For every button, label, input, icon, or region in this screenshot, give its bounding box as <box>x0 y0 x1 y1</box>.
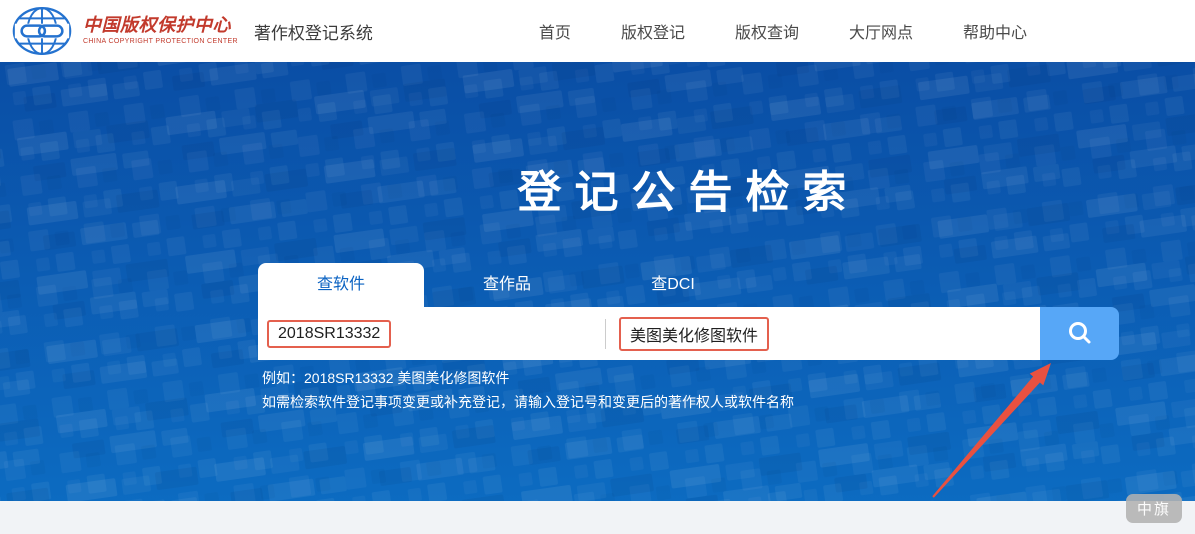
logo-text: 中国版权保护中心 CHINA COPYRIGHT PROTECTION CENT… <box>83 15 238 46</box>
hero-section: 登记公告检索 查软件 查作品 查DCI 2018SR13332 美图美化修图软件 <box>0 62 1195 502</box>
copyright-center-globe-icon <box>10 3 74 59</box>
search-magnifier-icon <box>1066 320 1093 347</box>
search-hints: 例如：2018SR13332 美图美化修图软件 如需检索软件登记事项变更或补充登… <box>262 369 794 417</box>
registration-number-highlight-box: 2018SR13332 <box>267 319 392 348</box>
work-name-highlight-box: 美图美化修图软件 <box>619 316 770 351</box>
nav-item-copyright-registration[interactable]: 版权登记 <box>621 19 685 43</box>
registration-number-input[interactable]: 2018SR13332 <box>258 319 605 348</box>
footer-strip <box>0 501 1195 534</box>
main-nav: 首页 版权登记 版权查询 大厅网点 帮助中心 <box>539 19 1027 43</box>
tab-works[interactable]: 查作品 <box>424 263 590 307</box>
logo-name-en: CHINA COPYRIGHT PROTECTION CENTER <box>83 38 238 45</box>
watermark-badge: 中旗 <box>1126 494 1182 523</box>
top-header: 中国版权保护中心 CHINA COPYRIGHT PROTECTION CENT… <box>0 0 1195 62</box>
nav-item-copyright-query[interactable]: 版权查询 <box>735 19 799 43</box>
logo-name-cn: 中国版权保护中心 <box>83 15 231 36</box>
hint-example: 例如：2018SR13332 美图美化修图软件 <box>262 370 510 386</box>
nav-item-help-center[interactable]: 帮助中心 <box>963 19 1027 43</box>
system-title: 著作权登记系统 <box>253 23 373 43</box>
page: 中国版权保护中心 CHINA COPYRIGHT PROTECTION CENT… <box>0 0 1195 534</box>
hero-content: 登记公告检索 查软件 查作品 查DCI 2018SR13332 美图美化修图软件 <box>258 62 1119 502</box>
search-row: 2018SR13332 美图美化修图软件 <box>258 307 1119 360</box>
tab-dci[interactable]: 查DCI <box>590 263 756 307</box>
tab-software[interactable]: 查软件 <box>258 263 424 307</box>
hint-change-registration: 如需检索软件登记事项变更或补充登记，请输入登记号和变更后的著作权人或软件名称 <box>262 394 794 410</box>
page-title: 登记公告检索 <box>517 168 860 217</box>
search-button[interactable] <box>1040 307 1119 360</box>
search-bar: 2018SR13332 美图美化修图软件 <box>258 307 1040 360</box>
site-logo[interactable]: 中国版权保护中心 CHINA COPYRIGHT PROTECTION CENT… <box>10 3 238 59</box>
nav-item-hall-locations[interactable]: 大厅网点 <box>849 19 913 43</box>
search-tabs: 查软件 查作品 查DCI <box>258 263 756 307</box>
nav-item-home[interactable]: 首页 <box>539 19 571 43</box>
work-name-input[interactable]: 美图美化修图软件 <box>606 316 1040 351</box>
